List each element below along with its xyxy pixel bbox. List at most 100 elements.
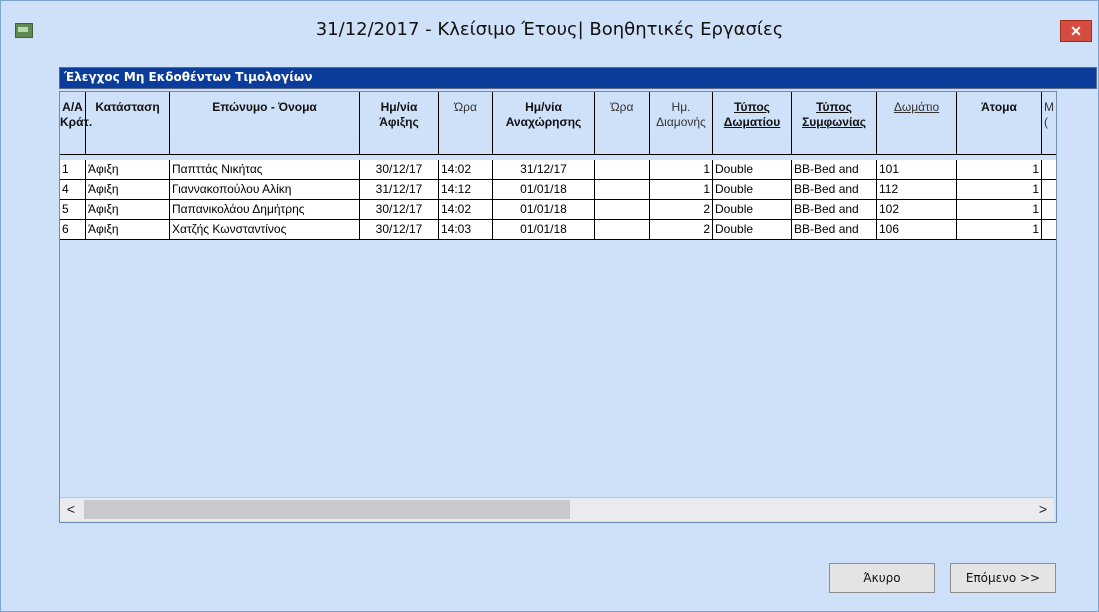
column-header-label: Δωματίου xyxy=(713,115,791,130)
cell-stay-days: 1 xyxy=(650,180,713,199)
table-row[interactable]: 6 Άφιξη Χατζής Κωνσταντίνος 30/12/17 14:… xyxy=(60,220,1056,240)
cell-room-type: Double xyxy=(713,220,792,239)
cell-room: 106 xyxy=(877,220,957,239)
cell-departure-time xyxy=(595,220,650,239)
cell-departure-time xyxy=(595,200,650,219)
close-button[interactable]: ✕ xyxy=(1060,20,1092,42)
cell-arrival-time: 14:02 xyxy=(439,200,493,219)
cell-room-type: Double xyxy=(713,160,792,179)
group-title: Έλεγχος Μη Εκδοθέντων Τιμολογίων xyxy=(64,70,313,84)
cell-status: Άφιξη xyxy=(86,220,170,239)
cell-departure-time xyxy=(595,160,650,179)
column-header-text: Συμφωνίας xyxy=(802,115,866,129)
column-header-label: Κατάσταση xyxy=(95,100,160,114)
column-header-label: Αναχώρησης xyxy=(505,115,582,129)
cell-departure-date: 01/01/18 xyxy=(493,220,595,239)
column-header-agreement-type[interactable]: Τύπος Συμφωνίας xyxy=(792,92,877,154)
column-header-label: Δωμάτιο xyxy=(877,100,956,115)
cell-persons: 1 xyxy=(957,220,1042,239)
column-header-label: ( xyxy=(1044,115,1048,129)
cell-agreement-type: BB-Bed and xyxy=(792,160,877,179)
column-header-label: Κράτ. xyxy=(60,115,93,129)
group-header: Έλεγχος Μη Εκδοθέντων Τιμολογίων xyxy=(59,67,1097,89)
cell-arrival-date: 30/12/17 xyxy=(360,220,439,239)
cell-room-type: Double xyxy=(713,180,792,199)
window-title: 31/12/2017 - Κλείσιμο Έτους| Βοηθητικές … xyxy=(315,19,784,40)
cell-stay-days: 2 xyxy=(650,220,713,239)
cell-persons: 1 xyxy=(957,180,1042,199)
cell-partial xyxy=(1042,160,1056,179)
cell-agreement-type: BB-Bed and xyxy=(792,220,877,239)
header-divider xyxy=(60,154,1056,155)
column-header-label: Τύπος xyxy=(792,100,876,115)
column-header-stay-days[interactable]: Ημ. Διαμονής xyxy=(650,92,713,154)
column-header-departure-date[interactable]: Ημ/νία Αναχώρησης xyxy=(493,92,595,154)
cell-agreement-type: BB-Bed and xyxy=(792,200,877,219)
cell-persons: 1 xyxy=(957,200,1042,219)
cell-arrival-time: 14:03 xyxy=(439,220,493,239)
column-header-arrival-date[interactable]: Ημ/νία Άφιξης xyxy=(360,92,439,154)
cell-departure-date: 31/12/17 xyxy=(493,160,595,179)
cell-room: 101 xyxy=(877,160,957,179)
horizontal-scrollbar[interactable]: < > xyxy=(60,497,1054,521)
column-header-label: Α/Α xyxy=(62,100,83,114)
cell-aa: 5 xyxy=(60,200,86,219)
cell-arrival-time: 14:02 xyxy=(439,160,493,179)
cell-status: Άφιξη xyxy=(86,160,170,179)
column-header-label: Συμφωνίας xyxy=(792,115,876,130)
cell-arrival-date: 30/12/17 xyxy=(360,200,439,219)
cancel-button[interactable]: Άκυρο xyxy=(829,563,935,593)
cell-departure-date: 01/01/18 xyxy=(493,180,595,199)
column-header-label: Άτομα xyxy=(981,100,1017,114)
column-header-label: Επώνυμο - Όνομα xyxy=(212,100,317,114)
cell-departure-date: 01/01/18 xyxy=(493,200,595,219)
column-header-label: Ημ/νία xyxy=(380,100,418,114)
scroll-right-arrow-icon[interactable]: > xyxy=(1032,498,1054,521)
cell-status: Άφιξη xyxy=(86,200,170,219)
cell-agreement-type: BB-Bed and xyxy=(792,180,877,199)
dialog-window: 31/12/2017 - Κλείσιμο Έτους| Βοηθητικές … xyxy=(0,0,1099,612)
next-button[interactable]: Επόμενο >> xyxy=(950,563,1056,593)
cell-partial xyxy=(1042,220,1056,239)
cell-aa: 6 xyxy=(60,220,86,239)
column-header-status[interactable]: Κατάσταση xyxy=(86,92,170,154)
title-bar: 31/12/2017 - Κλείσιμο Έτους| Βοηθητικές … xyxy=(1,1,1098,51)
table-row[interactable]: 5 Άφιξη Παπανικολάου Δημήτρης 30/12/17 1… xyxy=(60,200,1056,220)
column-header-name[interactable]: Επώνυμο - Όνομα xyxy=(170,92,360,154)
column-header-label: Ώρα xyxy=(610,100,634,114)
column-header-room[interactable]: Δωμάτιο xyxy=(877,92,957,154)
column-header-label: Άφιξης xyxy=(379,115,419,129)
column-header-room-type[interactable]: Τύπος Δωματίου xyxy=(713,92,792,154)
column-header-label: Ημ/νία xyxy=(525,100,562,114)
cell-stay-days: 2 xyxy=(650,200,713,219)
reservations-grid[interactable]: Α/Α Κράτ. Κατάσταση Επώνυμο - Όνομα Ημ/ν… xyxy=(59,91,1057,523)
cell-departure-time xyxy=(595,180,650,199)
column-header-partial[interactable]: Μ ( xyxy=(1042,92,1056,154)
cell-aa: 1 xyxy=(60,160,86,179)
cell-room-type: Double xyxy=(713,200,792,219)
column-header-label: Ημ. xyxy=(671,100,691,114)
column-header-aa[interactable]: Α/Α Κράτ. xyxy=(60,92,93,154)
cell-room: 112 xyxy=(877,180,957,199)
cell-room: 102 xyxy=(877,200,957,219)
column-header-arrival-time[interactable]: Ώρα xyxy=(439,92,493,154)
column-header-departure-time[interactable]: Ώρα xyxy=(595,92,650,154)
column-header-text: Δωματίου xyxy=(723,115,781,129)
column-header-persons[interactable]: Άτομα xyxy=(957,92,1042,154)
cell-persons: 1 xyxy=(957,160,1042,179)
cell-status: Άφιξη xyxy=(86,180,170,199)
cell-stay-days: 1 xyxy=(650,160,713,179)
table-row[interactable]: 4 Άφιξη Γιαννακοπούλου Αλίκη 31/12/17 14… xyxy=(60,180,1056,200)
column-header-text: Δωμάτιο xyxy=(893,100,940,114)
cell-arrival-date: 31/12/17 xyxy=(360,180,439,199)
column-header-text: Τύπος xyxy=(816,100,852,114)
column-header-label: Τύπος xyxy=(713,100,791,115)
table-row[interactable]: 1 Άφιξη Παπττάς Νικήτας 30/12/17 14:02 3… xyxy=(60,160,1056,180)
cell-name: Παπανικολάου Δημήτρης xyxy=(170,200,360,219)
scroll-left-arrow-icon[interactable]: < xyxy=(60,498,82,521)
cell-name: Χατζής Κωνσταντίνος xyxy=(170,220,360,239)
scroll-thumb[interactable] xyxy=(84,500,570,519)
cell-name: Γιαννακοπούλου Αλίκη xyxy=(170,180,360,199)
cell-aa: 4 xyxy=(60,180,86,199)
cell-arrival-time: 14:12 xyxy=(439,180,493,199)
